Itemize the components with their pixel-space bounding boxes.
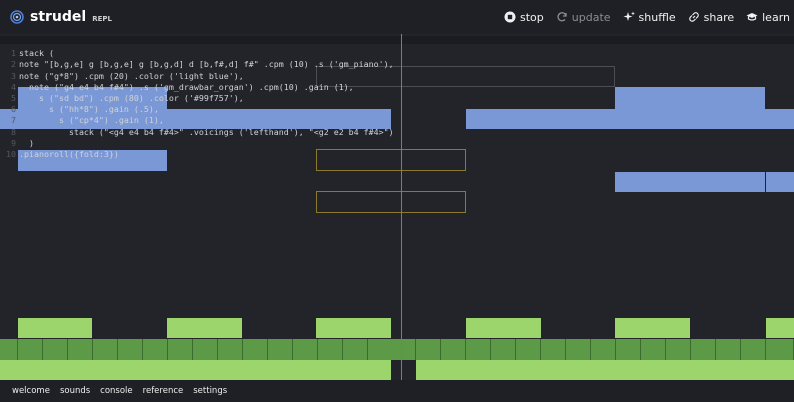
hihat-block xyxy=(716,339,741,360)
note-block xyxy=(615,172,765,192)
code-line[interactable]: note ("g4 e4 b4 f#4") .s ('gm_drawbar_or… xyxy=(19,82,354,92)
code-line[interactable]: stack ( xyxy=(19,48,54,58)
snare-block xyxy=(0,360,391,380)
code-line[interactable]: s ("sd bd") .cpm (80) .color ('#99f757')… xyxy=(19,93,244,103)
hihat-block xyxy=(491,339,516,360)
app-subtitle: REPL xyxy=(92,15,112,23)
hihat-block xyxy=(318,339,343,360)
hihat-block xyxy=(18,339,43,360)
note-block xyxy=(766,172,794,192)
hihat-block xyxy=(616,339,641,360)
graduation-cap-icon xyxy=(746,13,758,21)
hihat-block xyxy=(541,339,566,360)
hihat-block xyxy=(441,339,466,360)
stop-button[interactable]: stop xyxy=(504,11,544,24)
strudel-logo-icon xyxy=(10,10,24,24)
hihat-block xyxy=(143,339,168,360)
hihat-block xyxy=(591,339,616,360)
tab-settings[interactable]: settings xyxy=(193,386,227,396)
sparkles-icon xyxy=(623,11,635,21)
code-line[interactable]: note ("g*8") .cpm (20) .color ('light bl… xyxy=(19,71,244,81)
top-bar: strudel REPL stop update shuffle share l… xyxy=(0,0,794,34)
code-line[interactable]: note "[b,g,e] g [b,g,e] g [b,g,d] d [b,f… xyxy=(19,59,394,69)
hihat-block xyxy=(243,339,268,360)
hihat-block xyxy=(268,339,293,360)
drum-block xyxy=(167,318,242,338)
hihat-block xyxy=(293,339,318,360)
code-line[interactable]: .pianoroll({fold:3}) xyxy=(19,149,119,159)
tab-welcome[interactable]: welcome xyxy=(12,386,50,396)
stop-label: stop xyxy=(520,10,544,24)
hihat-block xyxy=(193,339,218,360)
hihat-block xyxy=(168,339,193,360)
share-button[interactable]: share xyxy=(688,10,735,24)
hihat-block xyxy=(416,339,441,360)
hihat-block xyxy=(43,339,68,360)
note-outline xyxy=(316,191,466,213)
drum-block xyxy=(766,318,794,338)
playhead xyxy=(401,34,402,380)
hihat-block xyxy=(766,339,794,360)
share-label: share xyxy=(703,10,735,24)
hihat-block xyxy=(391,339,416,360)
hihat-block xyxy=(343,339,368,360)
shuffle-button[interactable]: shuffle xyxy=(623,11,676,24)
note-block xyxy=(615,87,765,109)
toolbar: stop update shuffle share learn xyxy=(504,0,794,34)
hihat-row xyxy=(0,339,794,360)
tab-sounds[interactable]: sounds xyxy=(60,386,90,396)
hihat-block xyxy=(691,339,716,360)
code-line[interactable]: s ("cp*4") .gain (1), xyxy=(19,115,164,125)
app-name: strudel xyxy=(30,9,87,25)
footer-tabs: welcome sounds console reference setting… xyxy=(0,380,794,402)
learn-label: learn xyxy=(762,10,790,24)
hihat-block xyxy=(641,339,666,360)
shuffle-label: shuffle xyxy=(638,10,676,24)
note-block xyxy=(466,109,794,129)
drum-block xyxy=(18,318,92,338)
hihat-block xyxy=(218,339,243,360)
link-icon xyxy=(688,12,699,22)
hihat-block xyxy=(566,339,591,360)
hihat-block xyxy=(666,339,691,360)
code-editor[interactable]: 1 stack ( 2 note "[b,g,e] g [b,g,e] g [b,g… xyxy=(0,37,394,171)
tab-reference[interactable]: reference xyxy=(143,386,184,396)
hihat-block xyxy=(118,339,143,360)
update-label: update xyxy=(571,10,611,24)
tab-console[interactable]: console xyxy=(100,386,132,396)
snare-block xyxy=(416,360,794,380)
hihat-block xyxy=(466,339,491,360)
pianoroll-stage: 1 stack ( 2 note "[b,g,e] g [b,g,e] g [b,g… xyxy=(0,34,794,380)
refresh-icon xyxy=(557,12,567,22)
code-line[interactable]: ) xyxy=(19,138,34,148)
code-line[interactable]: s ("hh*8") .gain (.5), xyxy=(19,104,159,114)
hihat-block xyxy=(0,339,18,360)
hihat-block xyxy=(68,339,93,360)
hihat-block xyxy=(516,339,541,360)
drum-block xyxy=(316,318,391,338)
drum-block xyxy=(615,318,690,338)
brand[interactable]: strudel REPL xyxy=(10,9,112,25)
hihat-block xyxy=(368,339,393,360)
drum-block xyxy=(466,318,541,338)
code-line[interactable]: stack ("<g4 e4 b4 f#4>" .voicings ('left… xyxy=(19,127,394,137)
stop-icon xyxy=(504,11,516,23)
hihat-block xyxy=(93,339,118,360)
update-button[interactable]: update xyxy=(556,11,611,24)
learn-button[interactable]: learn xyxy=(746,11,790,24)
hihat-block xyxy=(741,339,766,360)
